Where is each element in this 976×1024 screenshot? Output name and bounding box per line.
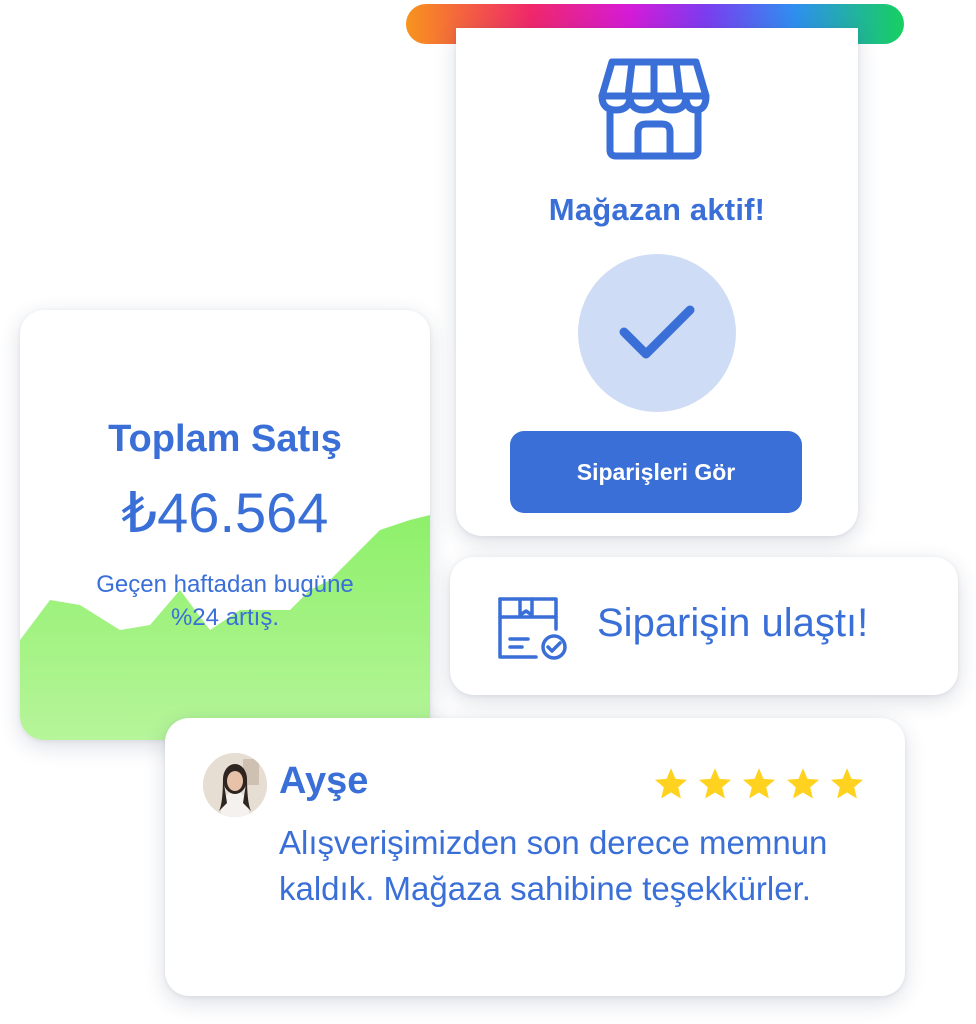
checkmark-icon <box>619 305 695 359</box>
star-icon <box>830 768 864 799</box>
sales-amount: ₺46.564 <box>121 481 329 544</box>
avatar <box>203 753 267 817</box>
star-icon <box>654 768 688 799</box>
check-circle <box>578 254 736 412</box>
package-check-icon <box>498 597 567 660</box>
store-title: Mağazan aktif! <box>548 192 766 227</box>
rating-stars <box>653 766 865 802</box>
star-icon <box>742 768 776 799</box>
star-icon <box>786 768 820 799</box>
store-icon <box>598 58 710 160</box>
star-icon <box>698 768 732 799</box>
avatar-image <box>203 753 267 817</box>
order-delivered-message: Siparişin ulaştı! <box>597 601 869 645</box>
total-sales-card: Toplam Satış ₺46.564 Geçen haftadan bugü… <box>20 310 430 740</box>
sales-title: Toplam Satış <box>108 418 342 460</box>
sales-growth-note: Geçen haftadan bugüne %24 artış. <box>96 571 354 631</box>
order-delivered-card: Siparişin ulaştı! <box>450 557 958 695</box>
customer-review-card: Ayşe Alışverişimizden son derece memnun … <box>165 718 905 996</box>
reviewer-name: Ayşe <box>279 760 369 802</box>
store-active-card: Mağazan aktif! Siparişleri Gör <box>456 28 858 536</box>
view-orders-button[interactable]: Siparişleri Gör <box>510 431 802 513</box>
review-text: Alışverişimizden son derece memnun kaldı… <box>279 824 828 907</box>
